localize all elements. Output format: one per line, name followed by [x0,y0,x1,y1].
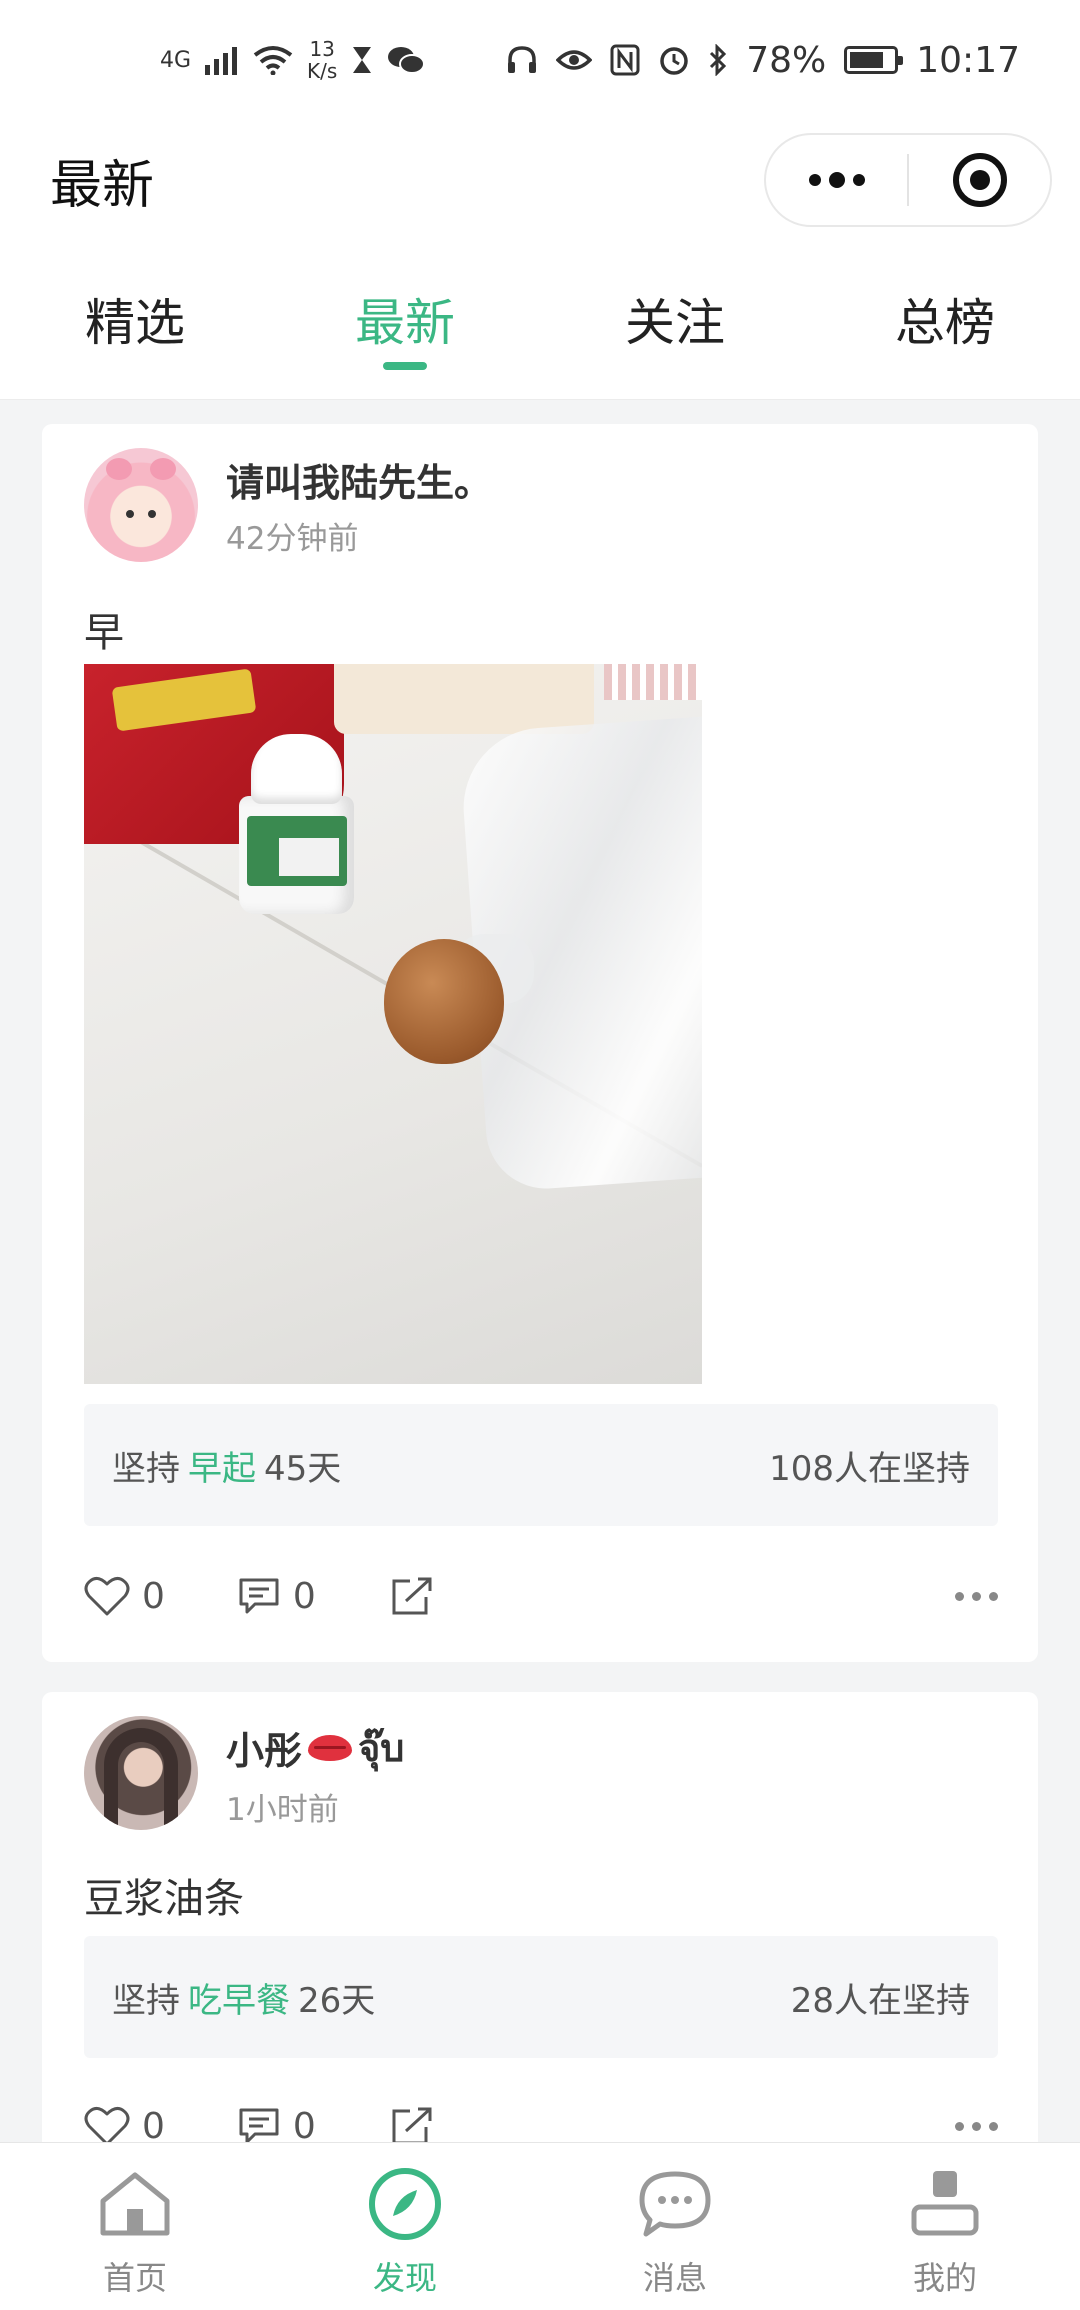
battery-icon [844,46,904,74]
network-type: 4G [160,47,192,73]
message-icon [635,2165,715,2243]
habit-streak[interactable]: 坚持 早起 45天 108人在坚持 [84,1404,998,1526]
heart-icon [84,2107,130,2146]
comment-count: 0 [292,2105,316,2147]
username-suffix: จุ๊บ [358,1726,405,1770]
feed-tabs: 精选 最新 关注 总榜 [0,240,1080,400]
post-time: 42分钟前 [226,521,359,557]
comment-button[interactable]: 0 [237,1576,316,1617]
nav-messages[interactable]: 消息 [540,2143,810,2310]
wifi-icon [253,46,293,75]
tab-latest[interactable]: 最新 [270,240,540,400]
nav-messages-label: 消息 [642,2259,707,2297]
clock: 10:17 [916,39,1020,81]
comment-count: 0 [292,1575,316,1617]
tab-following[interactable]: 关注 [540,240,810,400]
nfc-icon [610,44,640,76]
post-photo[interactable] [84,664,702,1384]
nav-discover-label: 发现 [372,2259,437,2297]
profile-icon [905,2165,985,2243]
nav-profile[interactable]: 我的 [810,2143,1080,2310]
tab-featured[interactable]: 精选 [0,240,270,400]
status-left: 4G 13 K/s [160,38,426,82]
post-text: 豆浆油条 [84,1876,244,1922]
egg [384,939,504,1064]
post-text: 早 [84,610,124,656]
hourglass-icon [353,47,372,73]
like-button[interactable]: 0 [84,2105,165,2147]
heart-icon [84,1577,130,1616]
share-button[interactable] [388,2105,434,2147]
streak-days: 45天 [264,1448,342,1489]
signal-icon: 4G [160,48,191,73]
more-menu-button[interactable] [766,172,907,188]
share-button[interactable] [388,1575,434,1617]
eye-icon [556,50,593,70]
author-meta: 请叫我陆先生。 42分钟前 [226,452,492,558]
tab-leaderboard[interactable]: 总榜 [810,240,1080,400]
status-bar: 4G 13 K/s 78% 10:17 [0,0,1080,120]
medicine-bottle [239,734,354,914]
post-card: 请叫我陆先生。 42分钟前 早 坚持 早起 45天 108人在坚持 0 0 [42,424,1038,1662]
close-mini-program-button[interactable] [909,153,1050,207]
post-more-button[interactable] [955,2121,998,2131]
comment-icon [239,2108,279,2144]
avatar[interactable] [84,1716,198,1830]
tissue-box [334,664,594,734]
post-actions: 0 0 [84,1566,998,1626]
username-text: 请叫我陆先生。 [226,461,493,505]
comment-icon [239,1578,279,1614]
home-icon [95,2165,175,2243]
post-author[interactable]: 请叫我陆先生。 42分钟前 [84,448,492,562]
share-icon [392,2107,432,2145]
participant-count: 28人在坚持 [790,1980,970,2021]
habit-name[interactable]: 吃早餐 [188,1973,290,2022]
habit-streak[interactable]: 坚持 吃早餐 26天 28人在坚持 [84,1936,998,2058]
nav-header: 最新 [0,120,1080,240]
page-title: 最新 [50,155,155,216]
network-speed: 13 K/s [307,38,337,82]
username[interactable]: 小彤 จุ๊บ [226,1717,404,1778]
headphones-icon [508,46,537,73]
speed-unit: K/s [307,59,338,83]
battery-fill [850,52,883,68]
discover-icon [365,2165,445,2243]
striped-box [604,664,702,700]
bluetooth-icon [710,44,727,76]
participant-count: 108人在坚持 [769,1448,970,1489]
target-icon [952,153,1007,207]
speed-value: 13 [309,37,335,61]
lips-emoji-icon [308,1734,353,1761]
nav-discover[interactable]: 发现 [270,2143,540,2310]
username-text: 小彤 [226,1729,303,1773]
author-meta: 小彤 จุ๊บ 1小时前 [226,1717,404,1829]
like-button[interactable]: 0 [84,1575,165,1617]
post-time: 1小时前 [226,1792,339,1828]
battery-percent: 78% [746,39,827,81]
habit-name[interactable]: 早起 [188,1441,256,1490]
post-more-button[interactable] [955,1591,998,1601]
mini-program-capsule [764,133,1052,227]
share-icon [392,1577,432,1615]
post-author[interactable]: 小彤 จุ๊บ 1小时前 [84,1716,404,1830]
username[interactable]: 请叫我陆先生。 [226,452,492,507]
streak-prefix: 坚持 [112,1448,180,1489]
nav-home-label: 首页 [102,2259,167,2297]
avatar[interactable] [84,448,198,562]
nav-profile-label: 我的 [912,2259,977,2297]
wechat-icon [388,47,426,74]
streak-prefix: 坚持 [112,1980,180,2021]
nav-home[interactable]: 首页 [0,2143,270,2310]
like-count: 0 [142,1575,165,1617]
alarm-icon [660,47,688,75]
signal-bars-icon [205,47,238,75]
bottom-tab-bar: 首页 发现 消息 我的 [0,2142,1080,2310]
streak-days: 26天 [298,1980,376,2021]
like-count: 0 [142,2105,165,2147]
comment-button[interactable]: 0 [237,2106,316,2147]
status-right: 78% 10:17 [506,40,1020,81]
